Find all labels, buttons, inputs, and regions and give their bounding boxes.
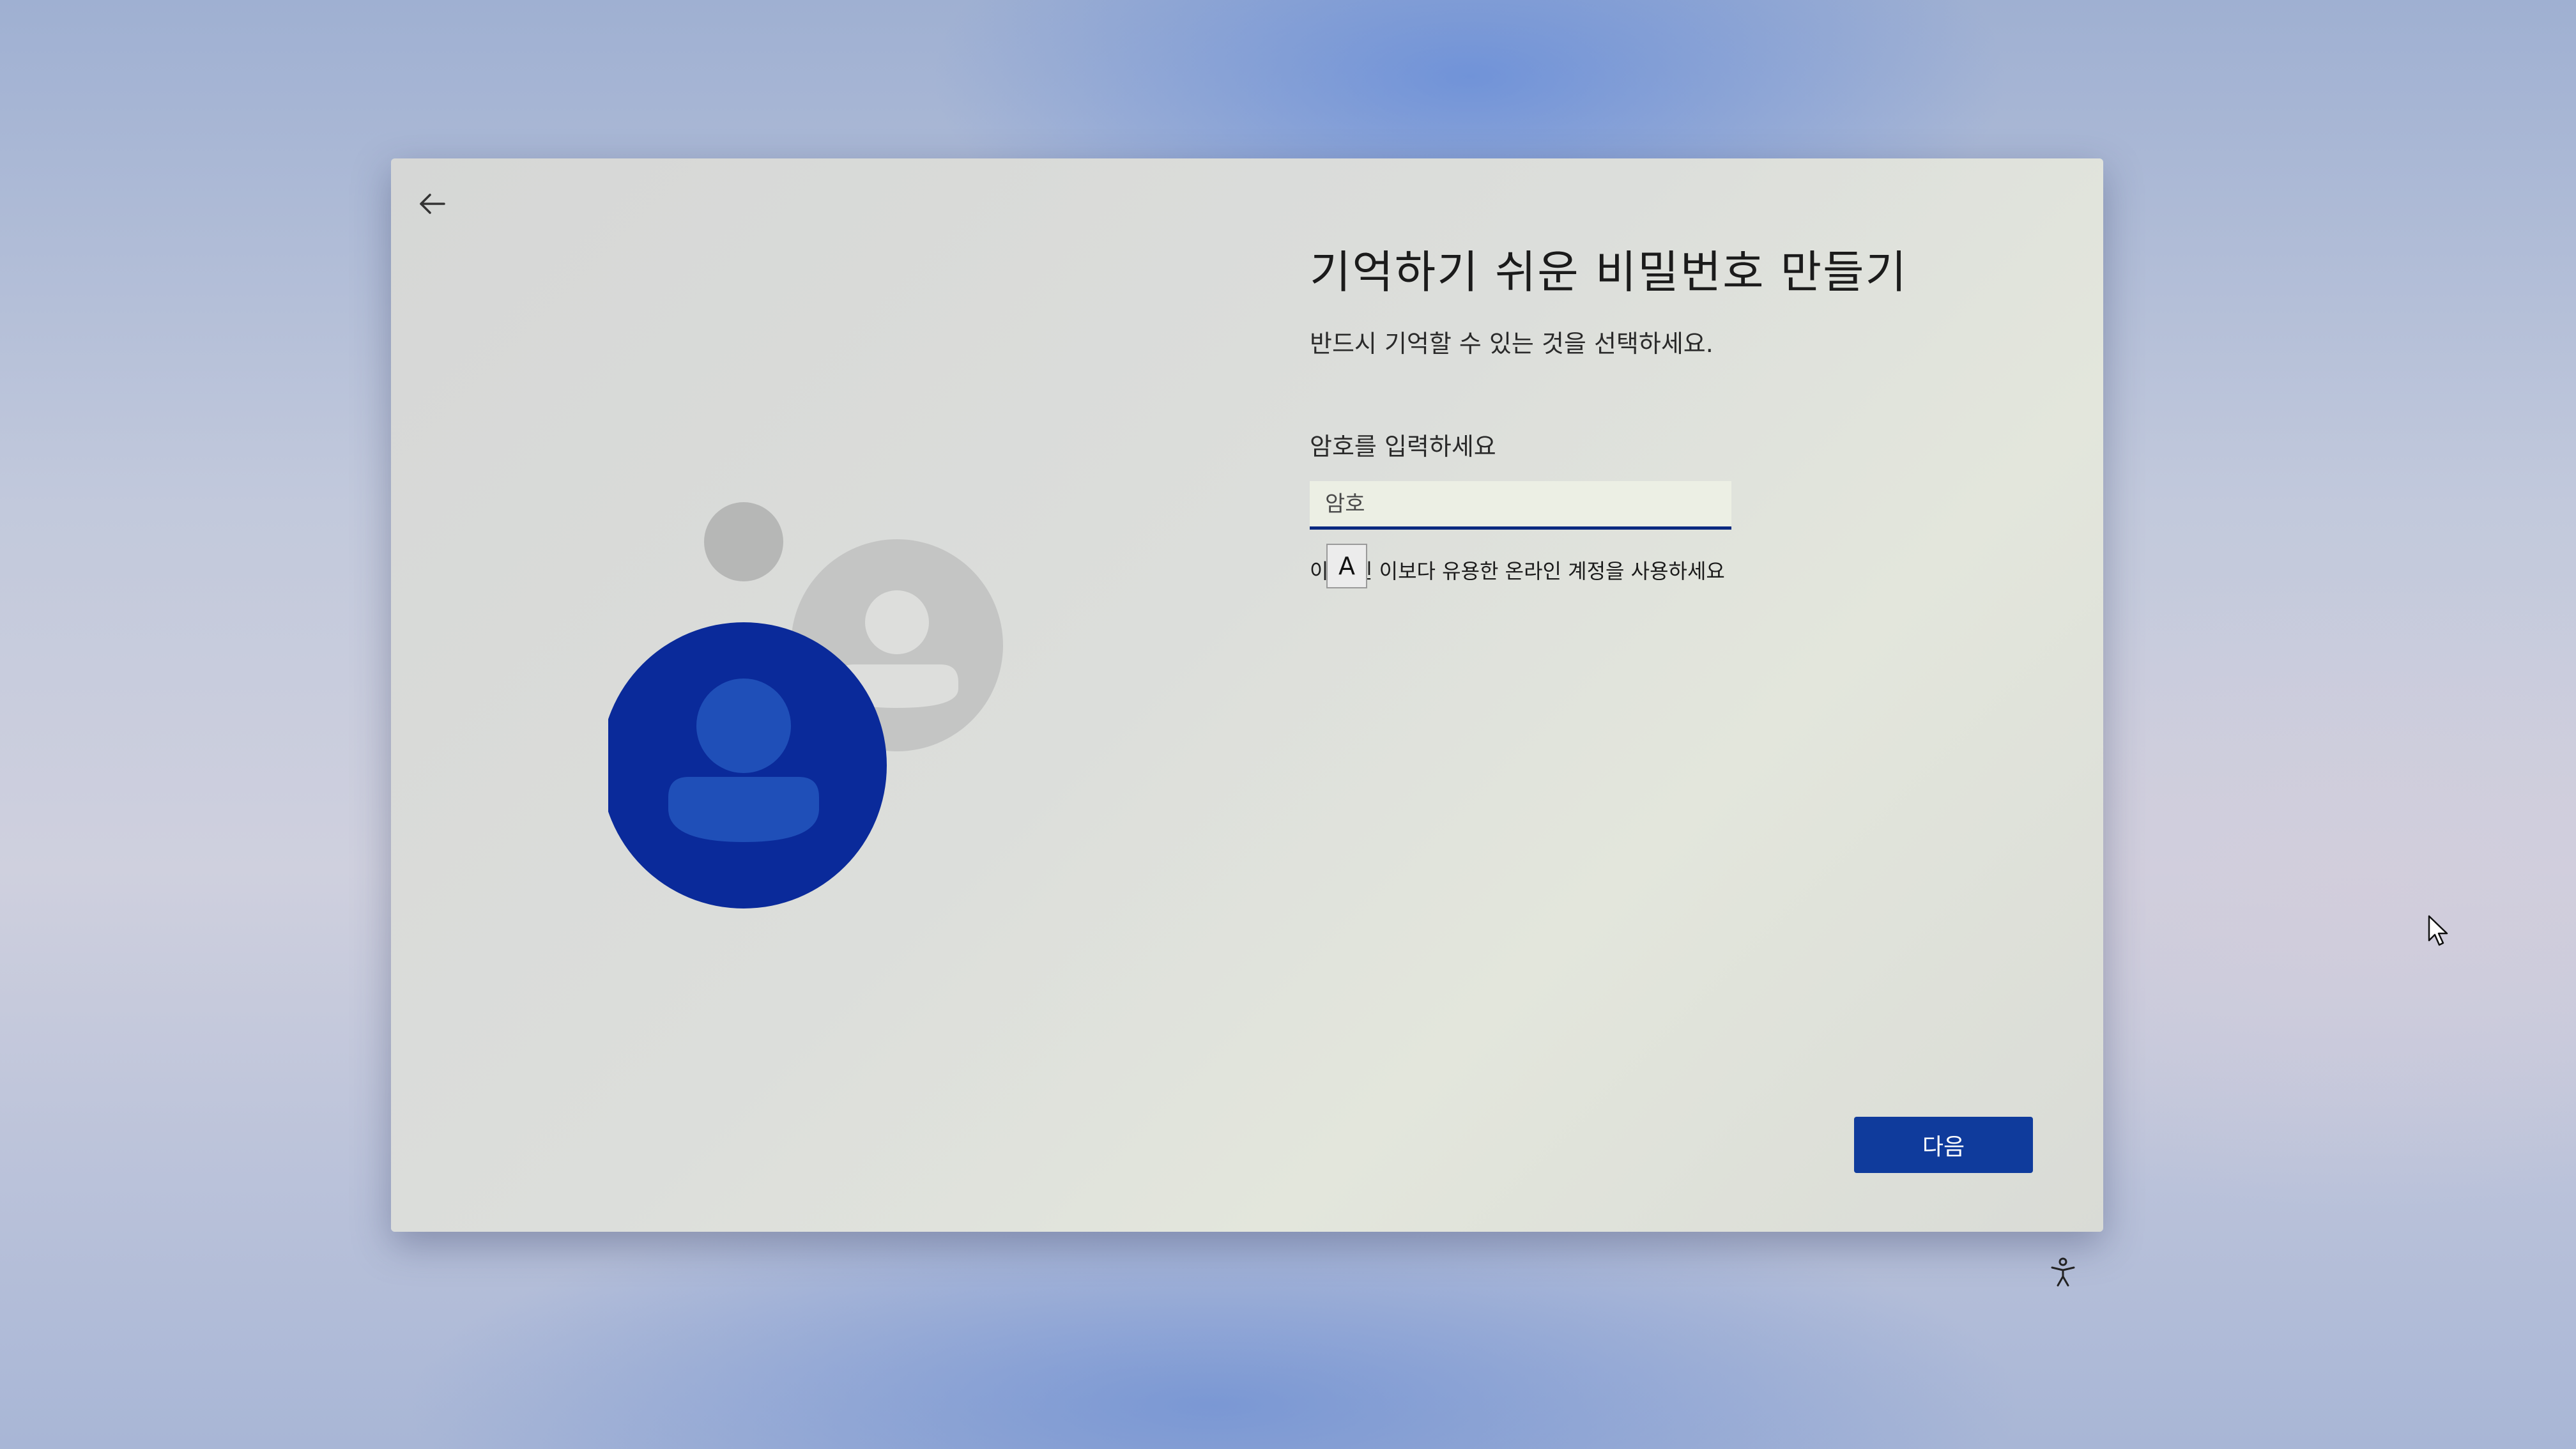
password-input[interactable] (1310, 481, 1731, 526)
password-form: 기억하기 쉬운 비밀번호 만들기 반드시 기억할 수 있는 것을 선택하세요. … (1310, 236, 2012, 588)
online-account-link[interactable]: 이 대신 이보다 유용한 온라인 계정을 사용하세요 (1310, 555, 2012, 585)
accessibility-icon[interactable] (2047, 1256, 2079, 1288)
next-button[interactable]: 다음 (1854, 1117, 2033, 1173)
mouse-pointer-icon (2428, 915, 2448, 946)
page-title: 기억하기 쉬운 비밀번호 만들기 (1310, 246, 1908, 298)
page-subtitle: 반드시 기억할 수 있는 것을 선택하세요. (1310, 330, 1713, 358)
password-label: 암호를 입력하세요 (1310, 433, 1496, 461)
password-field[interactable]: A (1310, 481, 1731, 588)
ime-mode-indicator: A (1326, 544, 1367, 588)
small-gray-dot (704, 502, 783, 581)
back-arrow-icon (420, 194, 445, 214)
setup-dialog: 기억하기 쉬운 비밀번호 만들기 반드시 기억할 수 있는 것을 선택하세요. … (391, 158, 2103, 1232)
user-accounts-illustration (608, 502, 1003, 908)
primary-user-avatar (608, 622, 887, 908)
back-button[interactable] (404, 175, 461, 233)
